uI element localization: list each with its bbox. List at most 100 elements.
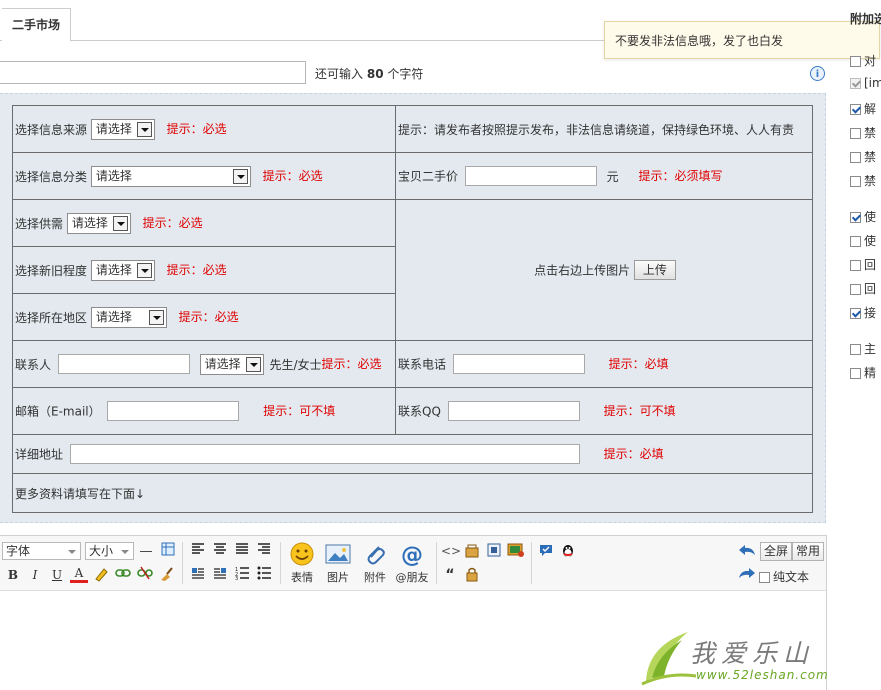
extra-option-item[interactable]: [im bbox=[850, 76, 881, 90]
extra-option-checkbox[interactable] bbox=[850, 152, 861, 163]
svg-text:@: @ bbox=[401, 543, 423, 566]
font-color-icon[interactable]: A bbox=[70, 566, 88, 583]
attachment-button[interactable]: 附件 bbox=[360, 542, 390, 585]
editor-toolbar: 字体 大小 ― B I U A 1 2 3 表情 图片 附件 @ @朋友 <> … bbox=[0, 536, 826, 591]
char-counter: 还可输入 80 个字符 bbox=[315, 65, 423, 82]
price-input[interactable] bbox=[464, 166, 597, 186]
free-content-icon[interactable] bbox=[485, 542, 503, 560]
contact-input[interactable] bbox=[57, 354, 190, 374]
font-family-select[interactable]: 字体 bbox=[2, 542, 81, 560]
highlight-icon[interactable] bbox=[92, 566, 110, 584]
tab-second-hand-market[interactable]: 二手市场 bbox=[2, 8, 71, 42]
image-button[interactable]: 图片 bbox=[323, 542, 353, 585]
extra-option-checkbox[interactable] bbox=[850, 308, 861, 319]
quote-icon[interactable]: “ bbox=[441, 566, 459, 584]
redo-icon[interactable] bbox=[738, 566, 756, 584]
image-label: 图片 bbox=[327, 571, 349, 584]
extra-option-item[interactable]: 接 bbox=[850, 304, 876, 321]
condition-cell: 选择新旧程度 请选择 提示：必选 bbox=[12, 246, 396, 294]
link-icon[interactable] bbox=[114, 566, 132, 584]
supply-cell: 选择供需 请选择 提示：必选 bbox=[12, 199, 396, 247]
extra-option-item[interactable]: 主 bbox=[850, 340, 876, 357]
clear-format-icon[interactable] bbox=[158, 566, 176, 584]
table-icon[interactable] bbox=[159, 542, 177, 560]
extra-option-checkbox[interactable] bbox=[850, 260, 861, 271]
upload-label: 点击右边上传图片 bbox=[534, 263, 631, 278]
region-select[interactable]: 请选择 bbox=[90, 306, 167, 328]
unlink-icon[interactable] bbox=[136, 566, 154, 584]
upload-button[interactable]: 上传 bbox=[633, 260, 676, 280]
email-input[interactable] bbox=[107, 401, 240, 421]
extra-option-checkbox[interactable] bbox=[850, 128, 861, 139]
underline-icon[interactable]: U bbox=[48, 566, 66, 584]
subject-input[interactable] bbox=[0, 61, 306, 84]
phone-input[interactable] bbox=[452, 354, 585, 374]
align-justify-icon[interactable] bbox=[233, 542, 251, 560]
address-cell: 详细地址 提示：必填 bbox=[12, 434, 813, 474]
plaintext-toggle[interactable]: 纯文本 bbox=[759, 568, 809, 585]
chevron-down-icon bbox=[136, 262, 152, 278]
insert-media-icon[interactable] bbox=[507, 542, 525, 560]
align-right-icon[interactable] bbox=[255, 542, 273, 560]
extra-option-checkbox[interactable] bbox=[850, 368, 861, 379]
site-watermark: 我爱乐山 www.52leshan.com bbox=[638, 626, 860, 688]
smiley-icon bbox=[290, 542, 314, 566]
extra-option-item[interactable]: 解 bbox=[850, 100, 876, 117]
address-input[interactable] bbox=[69, 444, 580, 464]
hide-content-icon[interactable] bbox=[463, 542, 481, 560]
mention-friend-button[interactable]: @ @朋友 bbox=[394, 542, 430, 585]
extra-option-item[interactable]: 禁 bbox=[850, 148, 876, 165]
align-left-icon[interactable] bbox=[189, 542, 207, 560]
extra-option-checkbox[interactable] bbox=[850, 212, 861, 223]
extra-option-item[interactable]: 回 bbox=[850, 256, 876, 273]
bold-icon[interactable]: B bbox=[4, 566, 22, 584]
code-icon[interactable]: <> bbox=[441, 542, 461, 560]
extra-option-item[interactable]: 使 bbox=[850, 208, 876, 225]
float-right-icon[interactable] bbox=[211, 566, 229, 584]
category-select[interactable]: 请选择 bbox=[90, 165, 251, 187]
extra-option-item[interactable]: 禁 bbox=[850, 172, 876, 189]
extra-option-checkbox[interactable] bbox=[850, 236, 861, 247]
font-size-select[interactable]: 大小 bbox=[85, 542, 134, 560]
emoji-button[interactable]: 表情 bbox=[287, 542, 317, 585]
extra-option-checkbox[interactable] bbox=[850, 56, 861, 67]
source-select[interactable]: 请选择 bbox=[90, 118, 155, 140]
align-center-icon[interactable] bbox=[211, 542, 229, 560]
contact-title-select[interactable]: 请选择 bbox=[199, 353, 264, 375]
common-button[interactable]: 常用 bbox=[792, 542, 825, 561]
supply-select[interactable]: 请选择 bbox=[66, 212, 131, 234]
extra-option-label: 接 bbox=[864, 306, 877, 320]
email-cell: 邮箱（E-mail） 提示：可不填 bbox=[12, 387, 396, 435]
extra-option-label: 回 bbox=[864, 258, 877, 272]
contact-suffix: 先生/女士 bbox=[269, 357, 322, 372]
contact-label: 联系人 bbox=[15, 357, 52, 372]
unordered-list-icon[interactable] bbox=[255, 566, 273, 584]
extra-option-label: 禁 bbox=[864, 150, 877, 164]
extra-option-item[interactable]: 使 bbox=[850, 232, 876, 249]
extra-option-label: 主 bbox=[864, 342, 877, 356]
extra-option-checkbox[interactable] bbox=[850, 344, 861, 355]
lock-icon[interactable] bbox=[463, 566, 481, 584]
undo-icon[interactable] bbox=[738, 543, 756, 561]
info-icon[interactable]: i bbox=[810, 66, 825, 81]
qq-penguin-icon[interactable] bbox=[559, 542, 577, 560]
qq-input[interactable] bbox=[447, 401, 580, 421]
extra-option-checkbox[interactable] bbox=[850, 104, 861, 115]
plaintext-checkbox[interactable] bbox=[759, 572, 770, 583]
extra-option-item[interactable]: 回 bbox=[850, 280, 876, 297]
extra-option-item[interactable]: 精 bbox=[850, 364, 876, 381]
condition-select[interactable]: 请选择 bbox=[90, 259, 155, 281]
fullscreen-button[interactable]: 全屏 bbox=[760, 542, 793, 561]
watermark-text: 我爱乐山 bbox=[690, 639, 815, 668]
email-hint: 提示：可不填 bbox=[263, 403, 336, 418]
italic-icon[interactable]: I bbox=[26, 566, 44, 584]
extra-option-checkbox[interactable] bbox=[850, 284, 861, 295]
price-cell: 宝贝二手价 元 提示：必须填写 bbox=[395, 152, 813, 200]
float-left-icon[interactable] bbox=[189, 566, 207, 584]
ordered-list-icon[interactable]: 123 bbox=[233, 566, 251, 584]
extra-option-checkbox[interactable] bbox=[850, 176, 861, 187]
extra-option-item[interactable]: 对 bbox=[850, 52, 876, 69]
hr-icon[interactable]: ― bbox=[137, 542, 155, 560]
extra-option-item[interactable]: 禁 bbox=[850, 124, 876, 141]
speech-bubble-icon[interactable] bbox=[537, 542, 555, 560]
